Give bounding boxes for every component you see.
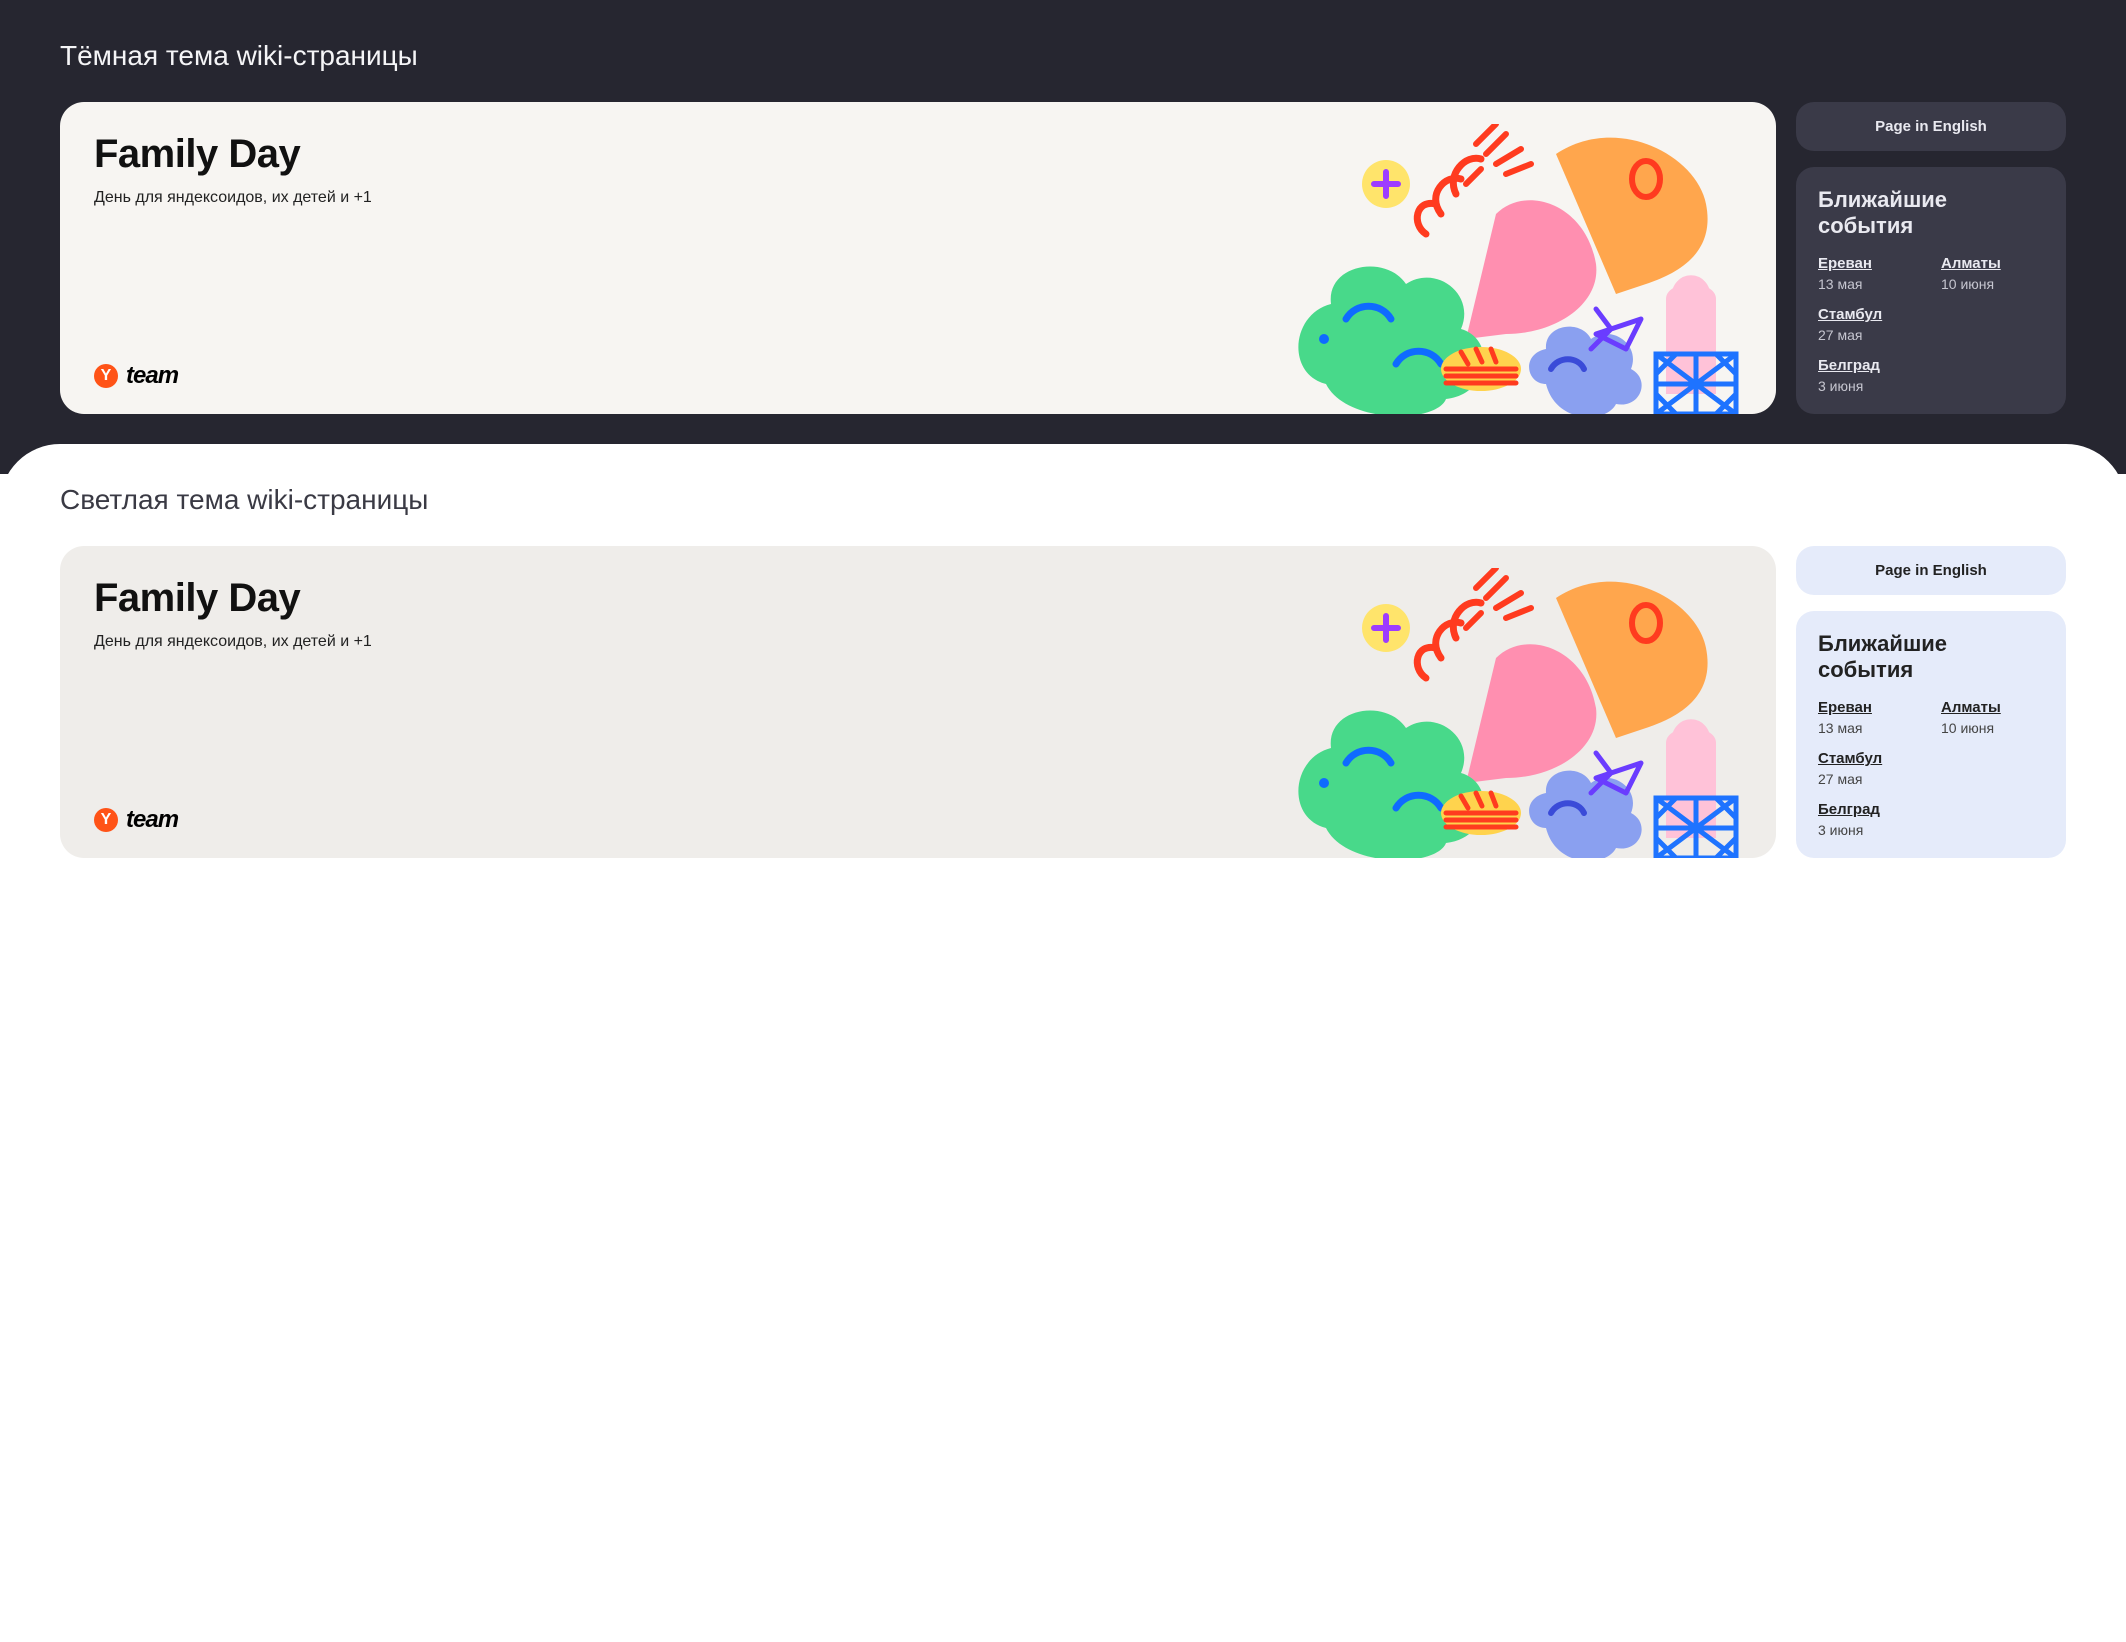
lang-button[interactable]: Page in English <box>1796 546 2066 595</box>
event-date: 10 июня <box>1941 720 2044 736</box>
event-item: Алматы 10 июня <box>1941 699 2044 736</box>
events-grid: Ереван 13 мая Алматы 10 июня Стамбул 27 … <box>1818 255 2044 394</box>
events-grid: Ереван 13 мая Алматы 10 июня Стамбул 27 … <box>1818 699 2044 838</box>
light-theme-section: Светлая тема wiki-страницы Family Day Де… <box>0 444 2126 918</box>
event-date: 3 июня <box>1818 378 1921 394</box>
light-row: Family Day День для яндексоидов, их дете… <box>60 546 2066 858</box>
lang-button[interactable]: Page in English <box>1796 102 2066 151</box>
event-city-link[interactable]: Белград <box>1818 801 1921 818</box>
events-card: Ближайшие события Ереван 13 мая Алматы 1… <box>1796 167 2066 414</box>
events-title: Ближайшие события <box>1818 631 2044 683</box>
events-card: Ближайшие события Ереван 13 мая Алматы 1… <box>1796 611 2066 858</box>
event-item: Ереван 13 мая <box>1818 255 1921 292</box>
logo-y-icon: Y <box>94 364 118 388</box>
hero-illustration <box>1296 568 1776 858</box>
hero-card-dark: Family Day День для яндексоидов, их дете… <box>60 102 1776 414</box>
dark-side-col: Page in English Ближайшие события Ереван… <box>1796 102 2066 414</box>
event-city-link[interactable]: Стамбул <box>1818 306 1921 323</box>
event-date: 13 мая <box>1818 276 1921 292</box>
light-side-col: Page in English Ближайшие события Ереван… <box>1796 546 2066 858</box>
event-date: 13 мая <box>1818 720 1921 736</box>
event-item: Белград 3 июня <box>1818 357 1921 394</box>
event-city-link[interactable]: Ереван <box>1818 255 1921 272</box>
event-city-link[interactable]: Белград <box>1818 357 1921 374</box>
logo-team-text: team <box>126 362 178 390</box>
dark-theme-section: Тёмная тема wiki-страницы Family Day Ден… <box>0 0 2126 474</box>
logo-y-icon: Y <box>94 808 118 832</box>
dark-section-title: Тёмная тема wiki-страницы <box>60 40 2066 72</box>
event-item: Белград 3 июня <box>1818 801 1921 838</box>
event-date: 3 июня <box>1818 822 1921 838</box>
event-item: Ереван 13 мая <box>1818 699 1921 736</box>
dark-row: Family Day День для яндексоидов, их дете… <box>60 102 2066 414</box>
hero-card-light: Family Day День для яндексоидов, их дете… <box>60 546 1776 858</box>
event-city-link[interactable]: Алматы <box>1941 255 2044 272</box>
events-title: Ближайшие события <box>1818 187 2044 239</box>
event-item: Стамбул 27 мая <box>1818 306 1921 343</box>
event-date: 27 мая <box>1818 771 1921 787</box>
event-city-link[interactable]: Ереван <box>1818 699 1921 716</box>
event-item: Алматы 10 июня <box>1941 255 2044 292</box>
logo-team-text: team <box>126 806 178 834</box>
event-item: Стамбул 27 мая <box>1818 750 1921 787</box>
light-section-title: Светлая тема wiki-страницы <box>60 484 2066 516</box>
event-city-link[interactable]: Стамбул <box>1818 750 1921 767</box>
hero-illustration <box>1296 124 1776 414</box>
event-date: 27 мая <box>1818 327 1921 343</box>
event-date: 10 июня <box>1941 276 2044 292</box>
event-city-link[interactable]: Алматы <box>1941 699 2044 716</box>
